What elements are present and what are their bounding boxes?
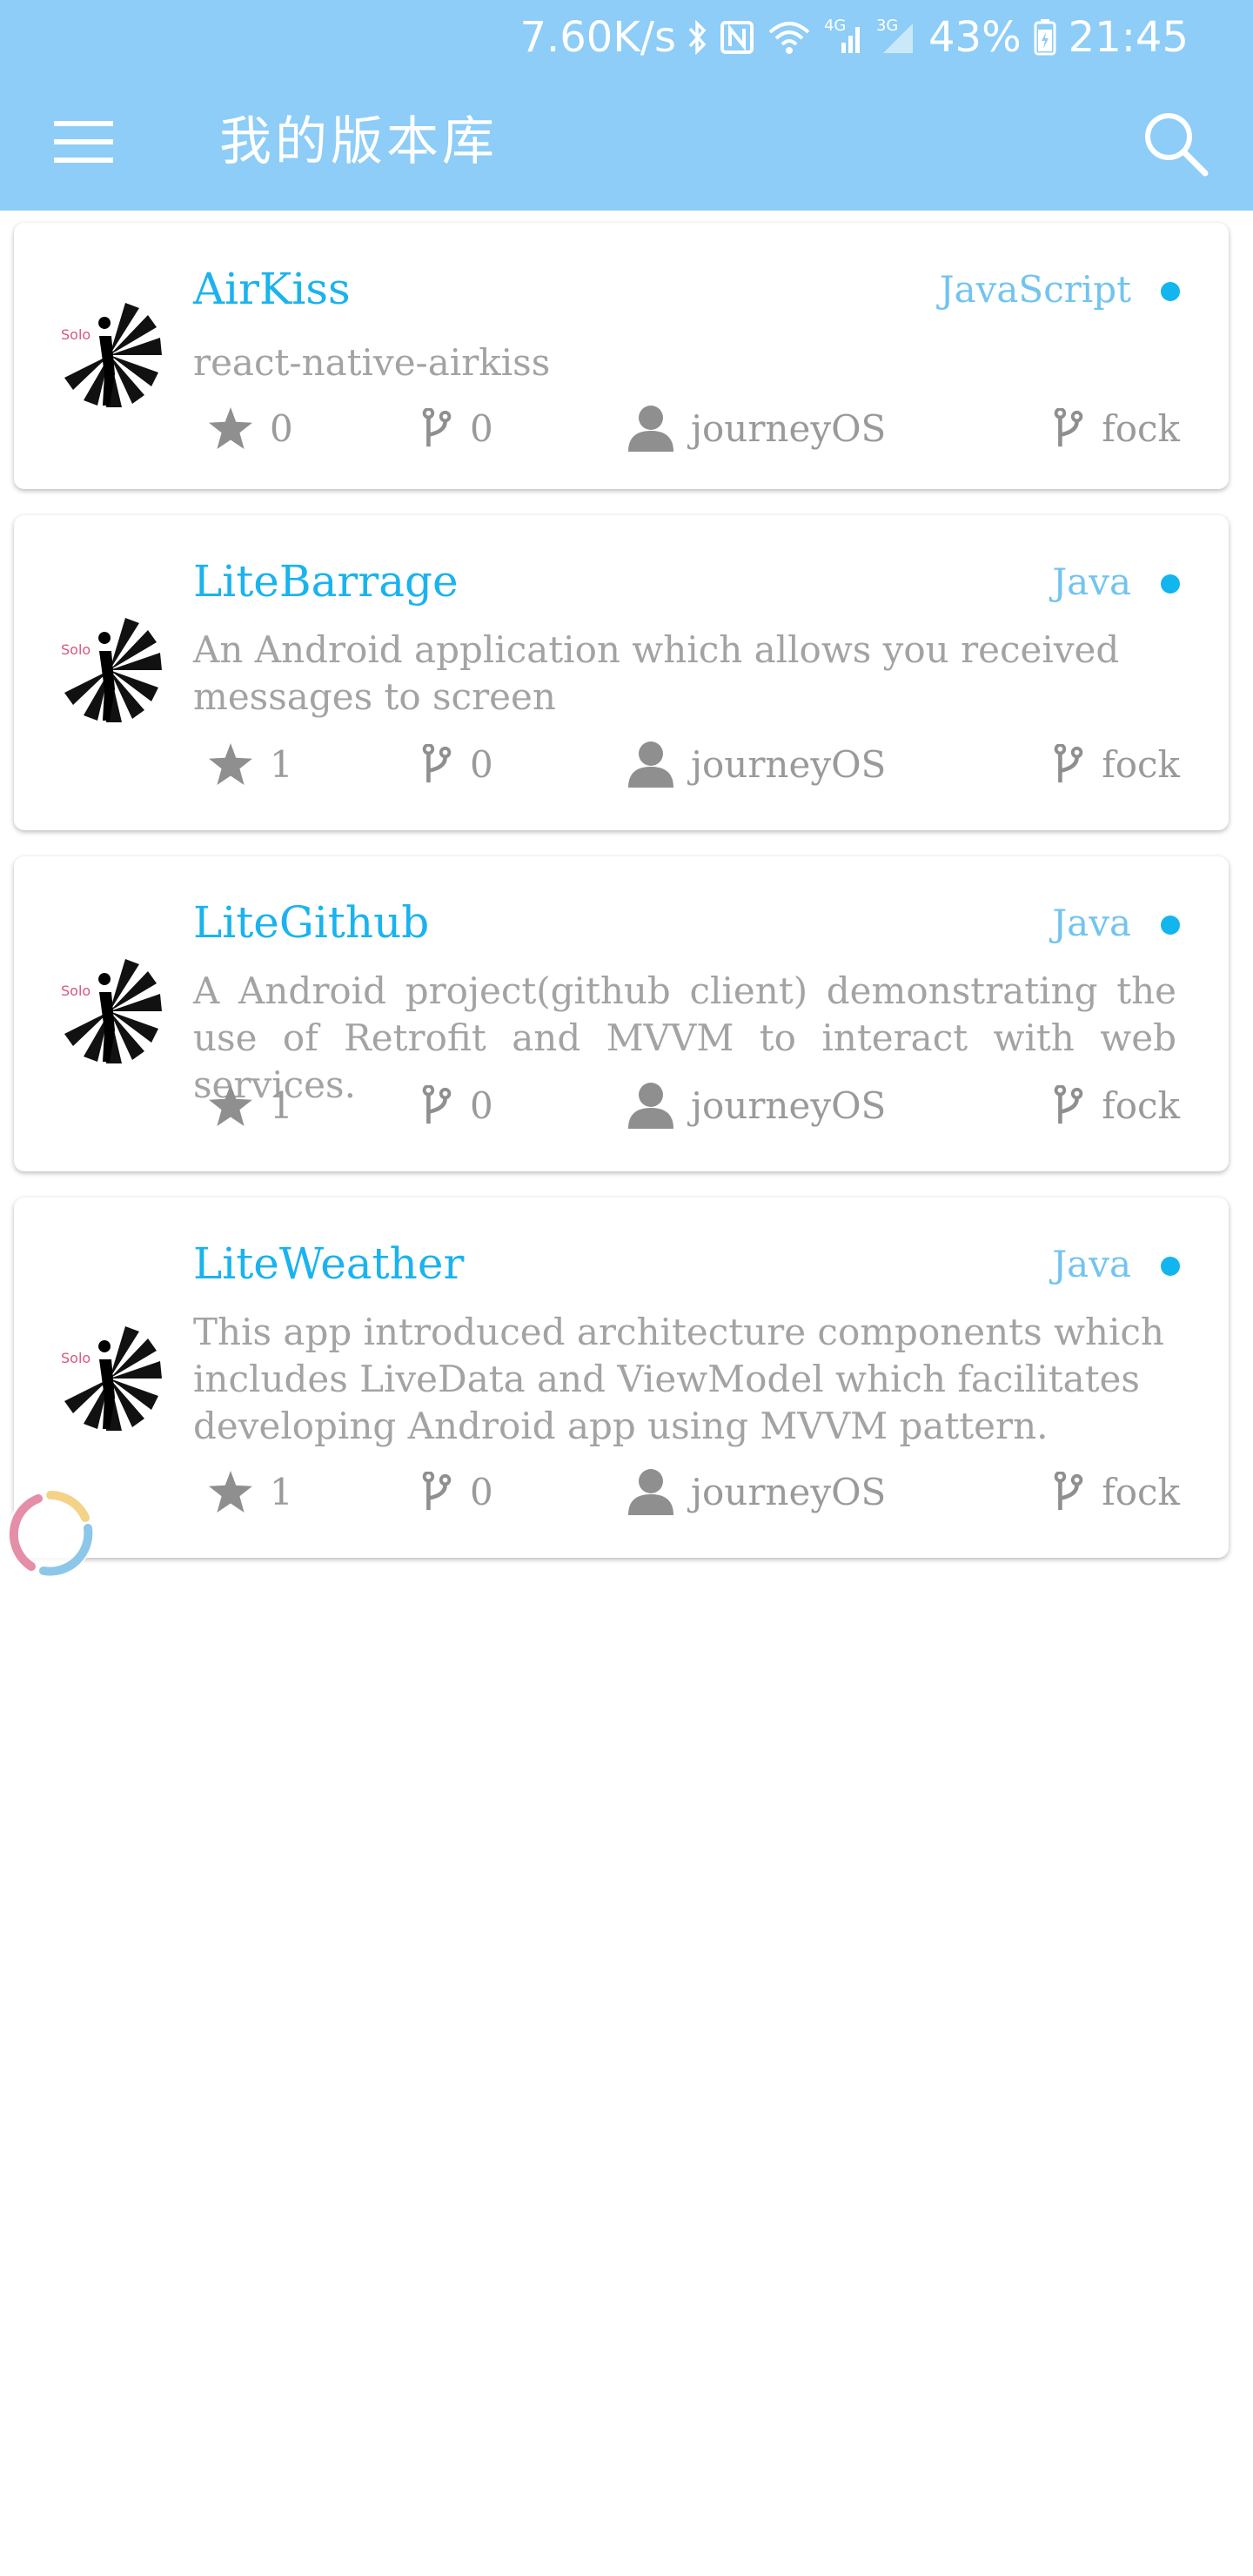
owner-stat: journeyOS bbox=[628, 1079, 886, 1131]
bluetooth-icon bbox=[688, 20, 707, 55]
fork-action[interactable]: fock bbox=[1053, 402, 1180, 454]
user-icon bbox=[628, 1469, 673, 1515]
repo-stats: 0 0 journeyOS fock bbox=[193, 402, 1180, 454]
stars-count: 1 bbox=[270, 1470, 293, 1513]
repo-name[interactable]: LiteBarrage bbox=[193, 555, 459, 607]
avatar-label: Solo bbox=[61, 1350, 90, 1366]
repo-stats: 1 0 journeyOS fock bbox=[193, 738, 1180, 790]
user-icon bbox=[628, 1083, 673, 1129]
fork-label: fock bbox=[1102, 1470, 1180, 1513]
repo-name[interactable]: LiteWeather bbox=[193, 1238, 464, 1290]
repo-description: This app introduced architecture compone… bbox=[193, 1311, 1164, 1447]
clock: 21:45 bbox=[1068, 13, 1189, 62]
user-icon bbox=[628, 741, 673, 788]
repo-card[interactable]: Solo AirKiss JavaScript react-native-air… bbox=[14, 223, 1229, 489]
stars-stat: 1 bbox=[209, 738, 293, 790]
forks-count: 0 bbox=[470, 742, 493, 786]
fork-label: fock bbox=[1102, 1083, 1180, 1127]
language-dot bbox=[1161, 574, 1180, 594]
fork-label: fock bbox=[1102, 742, 1180, 786]
avatar: Solo bbox=[57, 303, 162, 407]
loading-spinner-icon bbox=[7, 1490, 94, 1577]
network-speed: 7.60K/s bbox=[519, 13, 676, 62]
forks-count: 0 bbox=[470, 1083, 493, 1127]
avatar-label: Solo bbox=[61, 326, 90, 343]
nfc-icon bbox=[720, 20, 754, 55]
repo-description: react-native-airkiss bbox=[193, 341, 551, 384]
fork-icon bbox=[422, 744, 452, 783]
stars-stat: 1 bbox=[209, 1466, 293, 1518]
fork-icon bbox=[422, 1085, 452, 1124]
repo-stats: 1 0 journeyOS fock bbox=[193, 1466, 1180, 1518]
fork-icon bbox=[1054, 1085, 1083, 1124]
signal-4g-icon: 4G bbox=[823, 17, 864, 55]
network-3g-label: 3G bbox=[875, 17, 899, 35]
star-icon bbox=[209, 1084, 252, 1126]
language-label: Java bbox=[1052, 1243, 1131, 1285]
fork-icon bbox=[1054, 744, 1083, 783]
owner-stat: journeyOS bbox=[628, 1466, 886, 1518]
stars-count: 0 bbox=[270, 406, 293, 450]
repo-card[interactable]: Solo LiteBarrage Java An Android applica… bbox=[14, 515, 1229, 830]
language-dot bbox=[1161, 916, 1180, 935]
avatar-label: Solo bbox=[61, 641, 90, 658]
search-icon[interactable] bbox=[1136, 104, 1215, 183]
forks-count: 0 bbox=[470, 406, 493, 450]
signal-3g-icon: 3G bbox=[875, 17, 916, 55]
language-label: Java bbox=[1052, 560, 1131, 603]
stars-stat: 0 bbox=[209, 402, 293, 454]
stars-count: 1 bbox=[270, 1083, 293, 1127]
forks-count: 0 bbox=[470, 1470, 493, 1513]
avatar-label: Solo bbox=[61, 983, 90, 999]
app-header: 7.60K/s 4G 3G 43% 21:45 我的版本库 bbox=[0, 0, 1253, 211]
owner-name[interactable]: journeyOS bbox=[691, 407, 886, 450]
forks-stat: 0 bbox=[421, 402, 493, 454]
fork-icon bbox=[1054, 1472, 1083, 1511]
status-bar: 7.60K/s 4G 3G 43% 21:45 bbox=[0, 0, 1253, 75]
owner-stat: journeyOS bbox=[628, 402, 886, 454]
repo-card[interactable]: Solo LiteGithub Java A Android project(g… bbox=[14, 856, 1229, 1171]
language-label: Java bbox=[1052, 902, 1131, 944]
owner-name[interactable]: journeyOS bbox=[691, 1084, 886, 1127]
repo-stats: 1 0 journeyOS fock bbox=[193, 1079, 1180, 1131]
language-dot bbox=[1161, 1257, 1180, 1276]
language-label: JavaScript bbox=[939, 268, 1131, 311]
stars-stat: 1 bbox=[209, 1079, 293, 1131]
fork-icon bbox=[1054, 408, 1083, 447]
repo-name[interactable]: AirKiss bbox=[193, 263, 351, 315]
wifi-icon bbox=[767, 20, 812, 55]
language-dot bbox=[1161, 282, 1180, 301]
avatar: Solo bbox=[57, 959, 162, 1063]
network-4g-label: 4G bbox=[823, 17, 847, 35]
star-icon bbox=[209, 407, 252, 449]
repo-name[interactable]: LiteGithub bbox=[193, 896, 429, 949]
user-icon bbox=[628, 406, 673, 452]
fork-action[interactable]: fock bbox=[1053, 1079, 1180, 1131]
repo-card[interactable]: Solo LiteWeather Java This app introduce… bbox=[14, 1197, 1229, 1558]
fork-action[interactable]: fock bbox=[1053, 1466, 1180, 1518]
forks-stat: 0 bbox=[421, 1466, 493, 1518]
star-icon bbox=[209, 743, 252, 785]
fork-action[interactable]: fock bbox=[1053, 738, 1180, 790]
avatar: Solo bbox=[57, 1326, 162, 1431]
forks-stat: 0 bbox=[421, 1079, 493, 1131]
fork-icon bbox=[422, 1472, 452, 1511]
toolbar: 我的版本库 bbox=[0, 87, 1253, 200]
hamburger-menu-icon[interactable] bbox=[49, 111, 118, 172]
fork-icon bbox=[422, 408, 452, 447]
forks-stat: 0 bbox=[421, 738, 493, 790]
avatar: Solo bbox=[57, 618, 162, 722]
owner-name[interactable]: journeyOS bbox=[691, 743, 886, 786]
repo-description: An Android application which allows you … bbox=[193, 628, 1120, 718]
page-title: 我的版本库 bbox=[219, 111, 498, 172]
fork-label: fock bbox=[1102, 406, 1180, 450]
stars-count: 1 bbox=[270, 742, 293, 786]
owner-stat: journeyOS bbox=[628, 738, 886, 790]
battery-icon bbox=[1034, 19, 1056, 56]
owner-name[interactable]: journeyOS bbox=[691, 1471, 886, 1513]
battery-percent: 43% bbox=[928, 13, 1022, 62]
star-icon bbox=[209, 1471, 252, 1513]
